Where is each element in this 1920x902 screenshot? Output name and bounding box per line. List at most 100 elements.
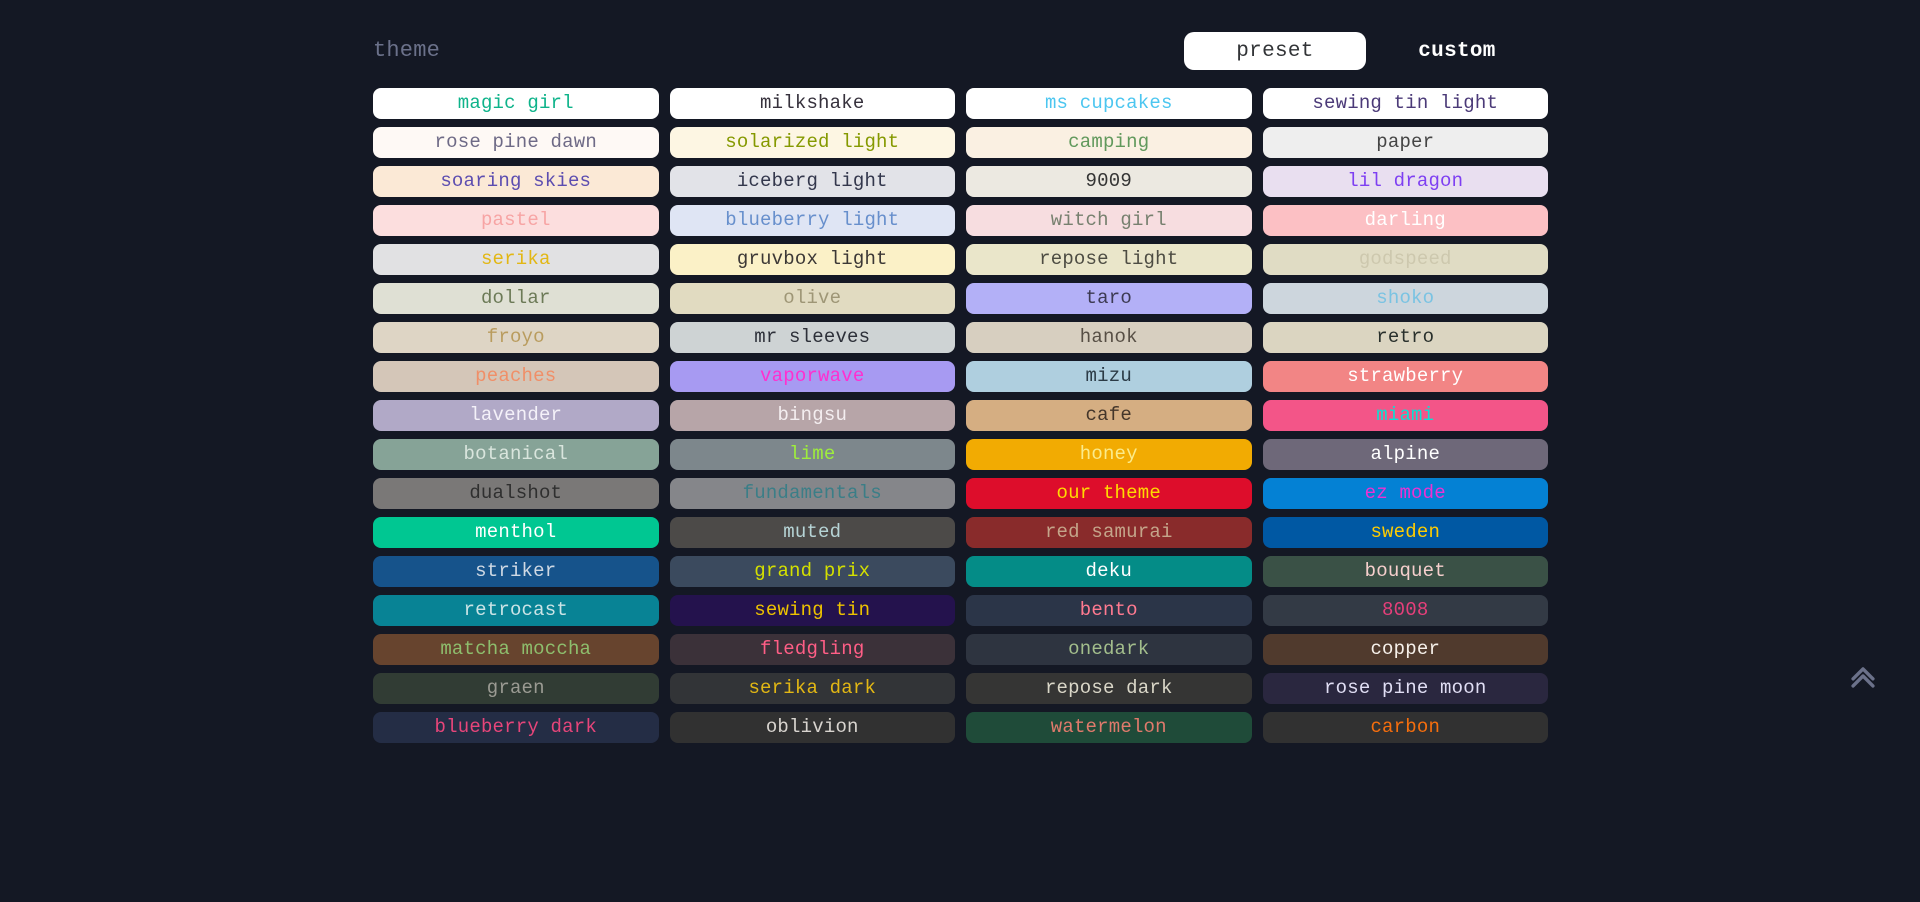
theme-button[interactable]: vaporwave	[669, 361, 955, 392]
theme-button-label: godspeed	[1358, 248, 1452, 270]
theme-button[interactable]: 8008	[1262, 595, 1548, 626]
theme-settings-group: theme preset custom magic girl milkshake m…	[373, 0, 1548, 743]
theme-button[interactable]: peaches	[373, 361, 659, 392]
chevron-double-up-icon	[1846, 659, 1880, 693]
theme-button-label: serika	[480, 248, 551, 270]
theme-button[interactable]: strawberry	[1262, 361, 1548, 392]
theme-button[interactable]: 9009	[966, 166, 1252, 197]
theme-button[interactable]: camping	[966, 127, 1252, 158]
theme-button[interactable]: lavender	[373, 400, 659, 431]
theme-button[interactable]: blueberry light	[669, 205, 955, 236]
theme-button-label: cafe	[1085, 404, 1132, 426]
theme-button[interactable]: dualshot	[373, 478, 659, 509]
theme-button[interactable]: ez mode	[1262, 478, 1548, 509]
theme-button-label: milkshake	[760, 92, 865, 114]
theme-button[interactable]: fledgling	[669, 634, 955, 665]
theme-button[interactable]: witch girl	[966, 205, 1252, 236]
theme-button[interactable]: dollar	[373, 283, 659, 314]
theme-button[interactable]: bento	[966, 595, 1252, 626]
theme-button[interactable]: honey	[966, 439, 1252, 470]
theme-button-label: pastel	[480, 209, 551, 231]
theme-button-label: shoko	[1376, 287, 1435, 309]
theme-button[interactable]: milkshake	[669, 88, 955, 119]
theme-button[interactable]: darling	[1262, 205, 1548, 236]
theme-button-label: grand prix	[754, 560, 871, 582]
theme-button[interactable]: froyo	[373, 322, 659, 353]
theme-button[interactable]: sewing tin	[669, 595, 955, 626]
theme-button[interactable]: gruvbox light	[669, 244, 955, 275]
theme-button[interactable]: oblivion	[669, 712, 955, 743]
theme-button[interactable]: matcha moccha	[373, 634, 659, 665]
theme-button[interactable]: red samurai	[966, 517, 1252, 548]
theme-button[interactable]: muted	[669, 517, 955, 548]
scroll-to-top-button[interactable]	[1842, 655, 1884, 697]
theme-button[interactable]: sweden	[1262, 517, 1548, 548]
theme-button[interactable]: copper	[1262, 634, 1548, 665]
tab-custom[interactable]: custom	[1366, 32, 1548, 70]
theme-button-label: taro	[1085, 287, 1132, 309]
theme-button[interactable]: miami	[1262, 400, 1548, 431]
theme-button[interactable]: carbon	[1262, 712, 1548, 743]
theme-button-label: carbon	[1370, 716, 1441, 738]
theme-button-label: 8008	[1382, 599, 1429, 621]
theme-button[interactable]: menthol	[373, 517, 659, 548]
theme-button-label: fledgling	[760, 638, 865, 660]
theme-button[interactable]: deku	[966, 556, 1252, 587]
theme-button[interactable]: fundamentals	[669, 478, 955, 509]
theme-button[interactable]: mizu	[966, 361, 1252, 392]
theme-button[interactable]: olive	[669, 283, 955, 314]
theme-button[interactable]: retrocast	[373, 595, 659, 626]
theme-button[interactable]: graen	[373, 673, 659, 704]
tab-preset[interactable]: preset	[1184, 32, 1366, 70]
theme-button-label: bouquet	[1364, 560, 1446, 582]
theme-button-label: alpine	[1370, 443, 1441, 465]
theme-button[interactable]: lime	[669, 439, 955, 470]
theme-button[interactable]: cafe	[966, 400, 1252, 431]
theme-button[interactable]: retro	[1262, 322, 1548, 353]
theme-button[interactable]: pastel	[373, 205, 659, 236]
theme-button[interactable]: botanical	[373, 439, 659, 470]
theme-button[interactable]: rose pine moon	[1262, 673, 1548, 704]
theme-button[interactable]: mr sleeves	[669, 322, 955, 353]
theme-button-label: witch girl	[1050, 209, 1167, 231]
theme-button[interactable]: bouquet	[1262, 556, 1548, 587]
theme-button[interactable]: serika	[373, 244, 659, 275]
theme-button-label: oblivion	[765, 716, 859, 738]
theme-header-row: theme preset custom	[373, 0, 1548, 80]
theme-button[interactable]: watermelon	[966, 712, 1252, 743]
theme-button-label: sweden	[1370, 521, 1441, 543]
theme-button-label: darling	[1364, 209, 1446, 231]
theme-button[interactable]: taro	[966, 283, 1252, 314]
theme-button[interactable]: our theme	[966, 478, 1252, 509]
theme-button[interactable]: godspeed	[1262, 244, 1548, 275]
theme-button[interactable]: striker	[373, 556, 659, 587]
theme-button[interactable]: onedark	[966, 634, 1252, 665]
theme-button[interactable]: serika dark	[669, 673, 955, 704]
theme-button[interactable]: ms cupcakes	[966, 88, 1252, 119]
theme-button-label: iceberg light	[736, 170, 888, 192]
theme-button[interactable]: blueberry dark	[373, 712, 659, 743]
theme-button[interactable]: soaring skies	[373, 166, 659, 197]
theme-button-label: dualshot	[469, 482, 563, 504]
theme-button[interactable]: solarized light	[669, 127, 955, 158]
theme-button[interactable]: paper	[1262, 127, 1548, 158]
theme-button-label: blueberry light	[725, 209, 900, 231]
theme-button[interactable]: shoko	[1262, 283, 1548, 314]
theme-button[interactable]: repose light	[966, 244, 1252, 275]
theme-button[interactable]: alpine	[1262, 439, 1548, 470]
theme-button-label: olive	[783, 287, 842, 309]
theme-button-label: retro	[1376, 326, 1435, 348]
theme-button[interactable]: sewing tin light	[1262, 88, 1548, 119]
theme-button-label: mizu	[1085, 365, 1132, 387]
theme-button[interactable]: lil dragon	[1262, 166, 1548, 197]
theme-button[interactable]: iceberg light	[669, 166, 955, 197]
theme-button-label: sewing tin	[754, 599, 871, 621]
theme-button[interactable]: bingsu	[669, 400, 955, 431]
theme-button[interactable]: hanok	[966, 322, 1252, 353]
theme-button[interactable]: magic girl	[373, 88, 659, 119]
theme-button[interactable]: repose dark	[966, 673, 1252, 704]
theme-button[interactable]: rose pine dawn	[373, 127, 659, 158]
theme-button[interactable]: grand prix	[669, 556, 955, 587]
theme-button-label: watermelon	[1050, 716, 1167, 738]
theme-button-label: rose pine moon	[1324, 677, 1487, 699]
